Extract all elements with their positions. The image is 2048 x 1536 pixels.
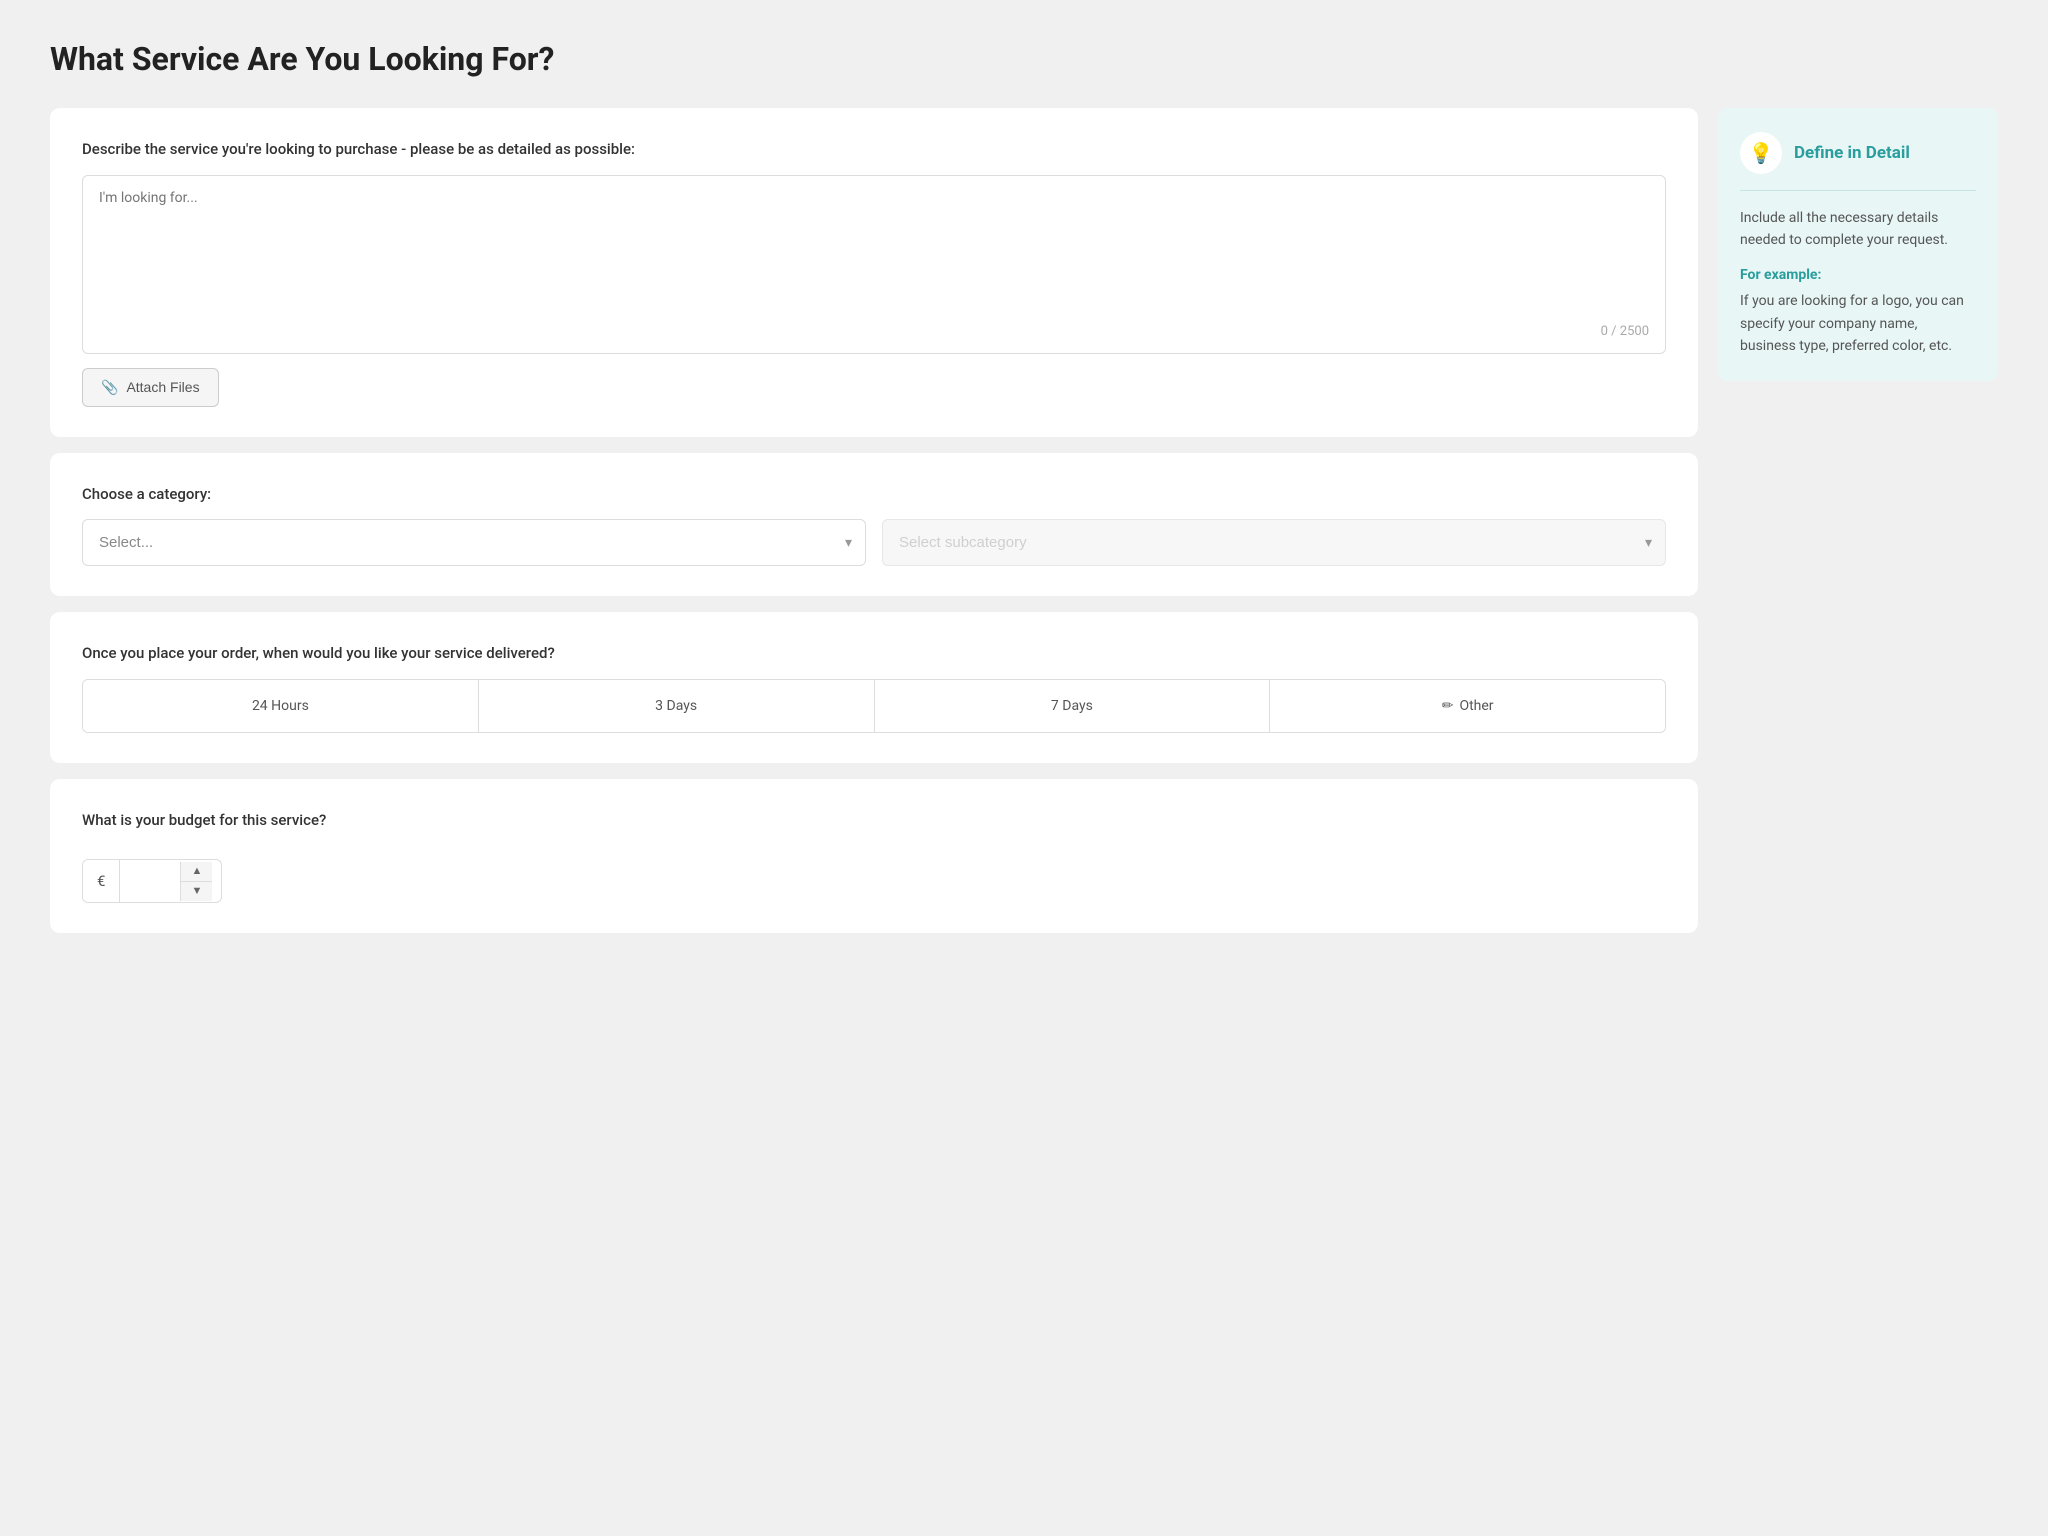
info-panel-header: 💡 Define in Detail: [1740, 132, 1976, 191]
char-count: 0 / 2500: [99, 324, 1649, 339]
service-textarea[interactable]: [99, 190, 1649, 310]
delivery-other-label: Other: [1459, 698, 1493, 714]
budget-input[interactable]: [120, 861, 180, 902]
budget-decrement-button[interactable]: ▼: [181, 882, 212, 901]
lightbulb-icon: 💡: [1749, 141, 1774, 165]
currency-symbol: €: [83, 860, 120, 902]
category-select[interactable]: Select...: [82, 519, 866, 566]
delivery-7days-label: 7 Days: [1051, 698, 1093, 714]
attach-files-button[interactable]: 📎 Attach Files: [82, 368, 219, 407]
delivery-option-24hours[interactable]: 24 Hours: [83, 680, 479, 732]
info-panel: 💡 Define in Detail Include all the neces…: [1718, 108, 1998, 381]
budget-increment-button[interactable]: ▲: [181, 862, 212, 882]
info-panel-body: Include all the necessary details needed…: [1740, 207, 1976, 357]
info-panel-text: Include all the necessary details needed…: [1740, 207, 1976, 252]
left-column: Describe the service you're looking to p…: [50, 108, 1698, 933]
delivery-label: Once you place your order, when would yo…: [82, 642, 1666, 665]
selects-row: Select... ▾ Select subcategory ▾: [82, 519, 1666, 566]
delivery-24hours-label: 24 Hours: [252, 698, 309, 714]
info-panel-example-label: For example:: [1740, 264, 1976, 286]
delivery-option-3days[interactable]: 3 Days: [479, 680, 875, 732]
budget-stepper: ▲ ▼: [180, 862, 212, 901]
info-panel-example-text: If you are looking for a logo, you can s…: [1740, 290, 1976, 357]
paperclip-icon: 📎: [101, 379, 118, 396]
category-card: Choose a category: Select... ▾ Select su…: [50, 453, 1698, 597]
main-layout: Describe the service you're looking to p…: [50, 108, 1998, 933]
right-column: 💡 Define in Detail Include all the neces…: [1718, 108, 1998, 381]
subcategory-select[interactable]: Select subcategory: [882, 519, 1666, 566]
budget-label: What is your budget for this service?: [82, 809, 1666, 832]
subcategory-select-wrapper: Select subcategory ▾: [882, 519, 1666, 566]
delivery-options: 24 Hours 3 Days 7 Days ✏ Other: [82, 679, 1666, 733]
budget-input-wrapper: € ▲ ▼: [82, 859, 222, 903]
textarea-wrapper: 0 / 2500: [82, 175, 1666, 354]
category-label: Choose a category:: [82, 483, 1666, 506]
delivery-option-other[interactable]: ✏ Other: [1270, 680, 1665, 732]
pencil-icon: ✏: [1442, 698, 1454, 714]
page-title: What Service Are You Looking For?: [50, 40, 1998, 78]
delivery-option-7days[interactable]: 7 Days: [875, 680, 1271, 732]
info-panel-title: Define in Detail: [1794, 143, 1910, 163]
description-label: Describe the service you're looking to p…: [82, 138, 1666, 161]
budget-card: What is your budget for this service? € …: [50, 779, 1698, 934]
bulb-icon: 💡: [1740, 132, 1782, 174]
delivery-card: Once you place your order, when would yo…: [50, 612, 1698, 763]
delivery-3days-label: 3 Days: [655, 698, 697, 714]
attach-files-label: Attach Files: [126, 379, 199, 395]
description-card: Describe the service you're looking to p…: [50, 108, 1698, 437]
category-select-wrapper: Select... ▾: [82, 519, 866, 566]
